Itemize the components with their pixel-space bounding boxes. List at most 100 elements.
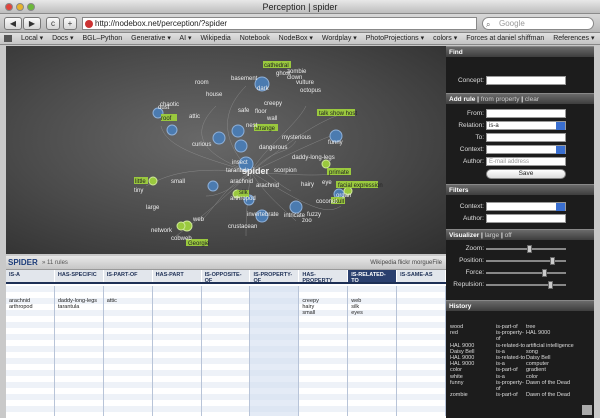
svg-text:arachnid: arachnid <box>230 179 253 185</box>
site-icon <box>85 20 93 28</box>
to-input[interactable] <box>486 133 566 142</box>
column-header[interactable]: IS-PART-OF <box>104 270 153 282</box>
position-slider-handle[interactable] <box>549 257 555 265</box>
rules-table: IS-A HAS-SPECIFIC IS-PART-OF HAS-PART IS-OPP… <box>6 270 447 418</box>
zoom-slider-handle[interactable] <box>527 245 533 253</box>
back-button[interactable]: ◀ <box>4 17 22 30</box>
close-icon[interactable] <box>5 3 13 11</box>
flickr-link[interactable]: flickr <box>398 260 410 266</box>
column-header[interactable]: HAS-PART <box>153 270 202 282</box>
column-header[interactable]: HAS-PROPERTY <box>299 270 349 284</box>
search-input[interactable]: ⌕ Google <box>482 17 594 30</box>
bookmark-item[interactable]: Notebook <box>240 35 270 42</box>
rules-count[interactable]: » 11 rules <box>42 260 68 266</box>
svg-text:nest: nest <box>246 123 258 129</box>
bookmark-item[interactable]: PhotoProjections ▾ <box>366 35 424 42</box>
repulsion-slider-handle[interactable] <box>547 281 553 289</box>
table-cell[interactable]: attic <box>104 298 152 304</box>
bookmark-item[interactable]: Wordplay ▾ <box>322 35 357 42</box>
window-title: Perception | spider <box>262 2 338 12</box>
column-header[interactable]: IS-OPPOSITE-OF <box>202 270 251 284</box>
history-row[interactable]: red is-property-of HAL 9000 <box>450 330 590 342</box>
svg-text:safe: safe <box>238 108 250 114</box>
filter-context-select[interactable] <box>486 202 566 211</box>
from-input[interactable] <box>486 109 566 118</box>
minimize-icon[interactable] <box>16 3 24 11</box>
context-select[interactable] <box>486 145 566 154</box>
bookmark-item[interactable]: Docs ▾ <box>52 35 73 42</box>
history-cell: funny <box>450 379 464 386</box>
force-slider-handle[interactable] <box>542 269 548 277</box>
bookmark-item[interactable]: NodeBox ▾ <box>279 35 313 42</box>
zoom-label: Zoom: <box>465 245 484 252</box>
force-slider[interactable] <box>486 269 566 277</box>
graph-canvas[interactable]: cathedral ghost zombie clown vulture octopus… <box>6 46 446 254</box>
table-cell[interactable]: eyes <box>348 310 396 316</box>
concept-input[interactable] <box>486 76 566 85</box>
svg-text:crustacean: crustacean <box>228 224 257 230</box>
off-link[interactable]: off <box>505 232 512 239</box>
large-link[interactable]: large <box>485 232 499 239</box>
svg-text:creepy: creepy <box>264 101 282 107</box>
to-label: To: <box>475 134 484 141</box>
relation-value: is-a <box>489 123 499 129</box>
svg-text:attic: attic <box>189 114 200 120</box>
from-label: From: <box>467 110 484 117</box>
bookmark-item[interactable]: Forces at daniel shiffman <box>466 35 544 42</box>
bookmark-item[interactable]: colors ▾ <box>433 35 457 42</box>
zoom-slider[interactable] <box>486 245 566 253</box>
history-row[interactable]: zombie is-part-of Dawn of the Dead <box>450 392 590 398</box>
table-cell[interactable]: tarantula <box>55 304 103 310</box>
window-titlebar: Perception | spider <box>0 0 600 14</box>
add-rule-heading: Add rule | from property | clear <box>446 93 594 104</box>
column-header[interactable]: HAS-SPECIFIC <box>55 270 104 282</box>
table-cell[interactable]: arthropod <box>6 304 54 310</box>
relation-select[interactable]: is-a <box>486 121 566 130</box>
bookmark-item[interactable]: References ▾ <box>553 35 594 42</box>
column-header[interactable]: IS-SAME-AS <box>397 270 447 282</box>
add-bookmark-button[interactable]: + <box>63 17 77 30</box>
bookmarks-icon[interactable] <box>4 34 12 42</box>
svg-text:Georgie: Georgie <box>188 241 210 247</box>
repulsion-slider[interactable] <box>486 281 566 289</box>
save-button[interactable]: Save <box>486 169 566 179</box>
bookmark-item[interactable]: BGL–Python <box>82 35 122 42</box>
history-cell: Dawn of the Dead <box>526 392 571 399</box>
bookmark-item[interactable]: Wikipedia <box>200 35 230 42</box>
reload-button[interactable]: c <box>46 17 60 30</box>
svg-text:daddy-long-legs: daddy-long-legs <box>292 155 335 161</box>
zoom-icon[interactable] <box>27 3 35 11</box>
svg-text:large: large <box>146 205 160 211</box>
force-label: Force: <box>465 269 484 276</box>
window-controls[interactable] <box>5 3 35 11</box>
svg-text:tiny: tiny <box>134 188 143 194</box>
svg-text:zoo: zoo <box>302 218 312 224</box>
morguefile-link[interactable]: morgueFile <box>412 260 442 266</box>
author-input[interactable]: E-mail address <box>486 157 566 166</box>
svg-text:dark: dark <box>257 86 270 92</box>
clear-link[interactable]: clear <box>525 96 539 103</box>
filter-author-input[interactable] <box>486 214 566 223</box>
history-list: wood is-part-of tree red is-property-of HAL 9… <box>446 321 594 401</box>
svg-text:coconut: coconut <box>316 199 337 205</box>
column-header[interactable]: IS-PROPERTY-OF <box>250 270 300 284</box>
bookmark-item[interactable]: Local ▾ <box>21 35 43 42</box>
svg-text:hairy: hairy <box>301 182 314 188</box>
bookmark-item[interactable]: AI ▾ <box>179 35 191 42</box>
wikipedia-link[interactable]: Wikipedia <box>370 260 396 266</box>
history-row[interactable]: funny is-property-of Dawn of the Dead <box>450 380 590 392</box>
concept-graph[interactable]: cathedralghostzombie clownvultureoctopus… <box>6 46 446 254</box>
table-cell[interactable]: small <box>299 310 347 316</box>
svg-text:scorpion: scorpion <box>274 168 297 174</box>
column-header[interactable]: IS-A <box>6 270 55 282</box>
position-slider[interactable] <box>486 257 566 265</box>
from-property-link[interactable]: from property <box>481 96 520 103</box>
url-bar[interactable]: http://nodebox.net/perception/?spider <box>82 17 477 30</box>
forward-button[interactable]: ▶ <box>23 17 41 30</box>
browser-toolbar: ◀ ▶ c + http://nodebox.net/perception/?s… <box>0 14 600 33</box>
column-header[interactable]: IS-RELATED-TO <box>348 270 398 284</box>
table-column <box>202 286 251 416</box>
bookmark-item[interactable]: Generative ▾ <box>131 35 171 42</box>
table-column: creepy hairy small <box>299 286 349 416</box>
svg-text:vulture: vulture <box>296 80 315 86</box>
